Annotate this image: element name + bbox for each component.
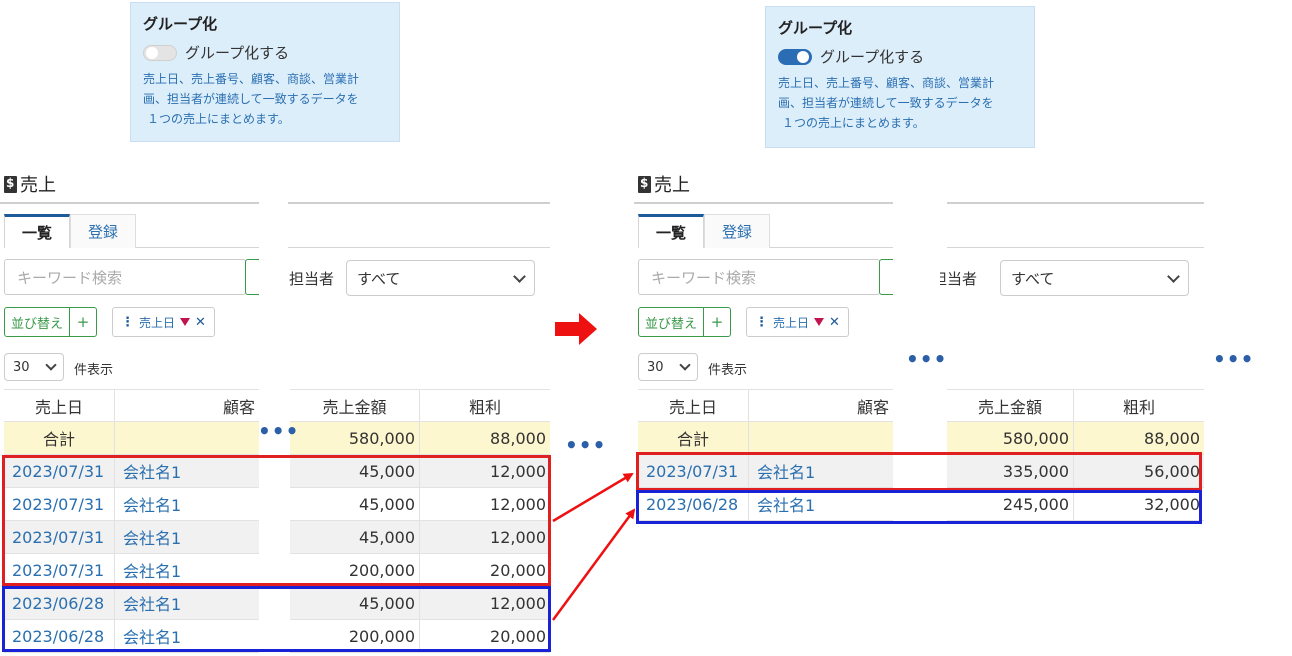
title-divider bbox=[947, 202, 1204, 204]
sort-add-button[interactable]: + bbox=[70, 308, 96, 336]
group-highlight-blue bbox=[636, 490, 1202, 524]
assignee-filter-label: 担当者 bbox=[940, 270, 978, 288]
sales-document-icon bbox=[4, 175, 17, 193]
group-highlight-red bbox=[2, 455, 551, 586]
grouping-description: 売上日、売上番号、顧客、商談、営業計 画、担当者が連続して一致するデータを １つ… bbox=[143, 72, 360, 126]
total-row-customer bbox=[115, 422, 259, 455]
total-amount: 580,000 bbox=[947, 422, 1074, 455]
total-row-customer bbox=[749, 422, 893, 455]
drag-handle-icon[interactable]: ⋮ bbox=[121, 315, 134, 330]
sort-controls: 並び替え + bbox=[4, 307, 98, 337]
column-header-sales-date[interactable]: 売上日 bbox=[4, 389, 115, 422]
chevron-down-icon bbox=[45, 359, 57, 371]
total-row-label: 合計 bbox=[638, 422, 749, 455]
title-divider bbox=[634, 202, 893, 204]
column-header-amount[interactable]: 売上金額 bbox=[947, 389, 1074, 422]
page-size-select[interactable]: 30 bbox=[638, 353, 698, 381]
assignee-filter-label-clip: 担当者 bbox=[940, 264, 996, 288]
sort-chip-sales-date[interactable]: ⋮ 売上日 ✕ bbox=[112, 307, 215, 337]
group-highlight-blue bbox=[2, 586, 551, 652]
column-header-customer[interactable]: 顧客 bbox=[749, 389, 893, 422]
total-row-label: 合計 bbox=[4, 422, 115, 455]
page-size-suffix: 件表示 bbox=[74, 363, 114, 378]
chevron-down-icon bbox=[513, 269, 526, 283]
tab-register[interactable]: 登録 bbox=[704, 214, 770, 248]
sort-add-button[interactable]: + bbox=[704, 308, 730, 336]
grouping-panel-right: グループ化 グループ化する 売上日、売上番号、顧客、商談、営業計 画、担当者が連… bbox=[765, 6, 1035, 148]
ellipsis-icon: ••• bbox=[1213, 347, 1255, 371]
column-header-customer[interactable]: 顧客 bbox=[115, 389, 259, 422]
close-icon[interactable]: ✕ bbox=[829, 315, 840, 330]
grouping-title: グループ化 bbox=[143, 15, 218, 33]
tab-baseline bbox=[136, 247, 259, 248]
tab-register[interactable]: 登録 bbox=[70, 214, 136, 248]
title-divider bbox=[0, 202, 259, 204]
grouping-description: 売上日、売上番号、顧客、商談、営業計 画、担当者が連続して一致するデータを １つ… bbox=[778, 76, 995, 130]
grouping-toggle-row[interactable]: グループ化する bbox=[143, 42, 387, 63]
column-header-profit[interactable]: 粗利 bbox=[1074, 389, 1204, 422]
transform-arrow-icon bbox=[555, 313, 597, 345]
keyword-search-input[interactable]: キーワード検索 bbox=[4, 259, 246, 295]
search-button[interactable] bbox=[245, 259, 259, 295]
ellipsis-icon: ••• bbox=[258, 419, 300, 443]
grouping-panel-left: グループ化 グループ化する 売上日、売上番号、顧客、商談、営業計 画、担当者が連… bbox=[130, 2, 400, 142]
sort-chip-sales-date[interactable]: ⋮ 売上日 ✕ bbox=[746, 307, 849, 337]
sort-desc-icon[interactable] bbox=[814, 318, 825, 326]
close-icon[interactable]: ✕ bbox=[195, 315, 206, 330]
grouping-toggle-label: グループ化する bbox=[185, 44, 290, 62]
page-title-left: 売上 bbox=[4, 171, 56, 197]
drag-handle-icon[interactable]: ⋮ bbox=[755, 315, 768, 330]
grouping-title: グループ化 bbox=[778, 19, 853, 37]
grouping-toggle-off[interactable] bbox=[143, 44, 177, 61]
tab-baseline bbox=[288, 247, 550, 248]
assignee-filter-select[interactable]: すべて bbox=[1000, 260, 1189, 296]
column-header-amount[interactable]: 売上金額 bbox=[290, 389, 420, 422]
total-profit: 88,000 bbox=[1074, 422, 1204, 455]
total-amount: 580,000 bbox=[290, 422, 420, 455]
column-header-sales-date[interactable]: 売上日 bbox=[638, 389, 749, 422]
sort-desc-icon[interactable] bbox=[180, 318, 191, 326]
sort-button[interactable]: 並び替え bbox=[5, 308, 71, 336]
search-button[interactable] bbox=[879, 259, 893, 295]
total-profit: 88,000 bbox=[420, 422, 550, 455]
ellipsis-icon: ••• bbox=[906, 347, 948, 371]
page-size-suffix: 件表示 bbox=[708, 363, 748, 378]
sales-document-icon bbox=[638, 175, 651, 193]
tab-list[interactable]: 一覧 bbox=[4, 214, 70, 248]
sort-controls: 並び替え + bbox=[638, 307, 732, 337]
tab-list[interactable]: 一覧 bbox=[638, 214, 704, 248]
assignee-filter-label: 担当者 bbox=[289, 270, 335, 288]
ellipsis-icon: ••• bbox=[565, 433, 607, 457]
tab-baseline bbox=[947, 247, 1204, 248]
column-header-profit[interactable]: 粗利 bbox=[420, 389, 550, 422]
grouping-toggle-on[interactable] bbox=[778, 48, 812, 65]
page-size-select[interactable]: 30 bbox=[4, 353, 64, 381]
grouping-toggle-label: グループ化する bbox=[820, 48, 925, 66]
title-divider bbox=[288, 202, 550, 204]
chevron-down-icon bbox=[679, 359, 691, 371]
group-highlight-red bbox=[636, 452, 1202, 491]
assignee-filter-select[interactable]: すべて bbox=[346, 260, 535, 296]
chevron-down-icon bbox=[1167, 269, 1180, 283]
keyword-search-input[interactable]: キーワード検索 bbox=[638, 259, 880, 295]
page-title-right: 売上 bbox=[638, 171, 690, 197]
tab-baseline bbox=[770, 247, 893, 248]
grouping-toggle-row[interactable]: グループ化する bbox=[778, 46, 1022, 67]
sort-button[interactable]: 並び替え bbox=[639, 308, 705, 336]
